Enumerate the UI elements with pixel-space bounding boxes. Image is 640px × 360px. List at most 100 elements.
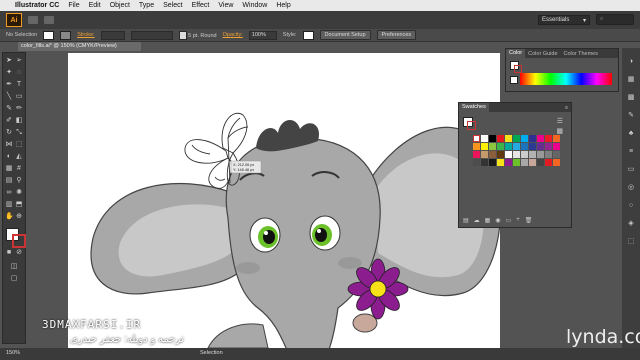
magic-wand-tool-icon[interactable]: ✦ — [5, 69, 13, 77]
draw-mode-icon[interactable]: ◫ — [10, 263, 18, 271]
type-tool-icon[interactable]: T — [15, 81, 23, 89]
stroke-label[interactable]: Stroke: — [77, 32, 94, 38]
appearance-panel-icon[interactable]: ○ — [626, 202, 636, 210]
mesh-tool-icon[interactable]: # — [15, 165, 23, 173]
variable-width-field[interactable] — [130, 30, 173, 40]
stroke-profile-value: 5 pt. Round — [188, 32, 217, 39]
collapsed-panels-strip: ◑ ▦ ▩ ✎ ♣ ≡ ▭ ◎ ○ ◈ ⬚ — [622, 48, 640, 348]
menu-help[interactable]: Help — [276, 2, 290, 9]
pen-tool-icon[interactable]: ✒ — [5, 81, 13, 89]
blend-tool-icon[interactable]: ∞ — [5, 189, 13, 197]
rectangle-tool-icon[interactable]: ▭ — [15, 93, 23, 101]
hand-tool-icon[interactable]: ✋ — [5, 213, 14, 221]
none-color-swatch[interactable] — [510, 76, 518, 84]
list-view-icon[interactable]: ☰ — [557, 117, 563, 125]
swatch-options-icon[interactable]: ◉ — [495, 217, 500, 224]
screen-mode-icon[interactable]: ▢ — [10, 275, 18, 283]
eraser-tool-icon[interactable]: ◧ — [15, 117, 23, 125]
new-color-group-icon[interactable]: ▭ — [506, 217, 512, 224]
brush-definition[interactable]: 5 pt. Round — [178, 30, 217, 40]
menu-object[interactable]: Object — [110, 2, 130, 9]
layers-panel-icon[interactable]: ◈ — [626, 220, 636, 228]
menu-type[interactable]: Type — [139, 2, 154, 9]
menu-file[interactable]: File — [68, 2, 79, 9]
zoom-tool-icon[interactable]: ⊕ — [15, 213, 23, 221]
stroke-swatch[interactable] — [60, 30, 72, 40]
opacity-value: 100% — [248, 30, 277, 40]
rotate-tool-icon[interactable]: ↻ — [5, 129, 13, 137]
scale-tool-icon[interactable]: ⤡ — [15, 129, 23, 137]
pencil-tool-icon[interactable]: ✏ — [15, 105, 23, 113]
menu-edit[interactable]: Edit — [89, 2, 101, 9]
artboard[interactable]: X: 212.06 px Y: 148.48 px — [68, 53, 500, 348]
color-guide-icon[interactable]: ▦ — [626, 76, 636, 84]
color-panel-icon[interactable]: ◑ — [626, 58, 636, 66]
swatch-libraries-icon[interactable]: ▤ — [463, 217, 469, 224]
control-bar: No Selection Stroke: 5 pt. Round Opacity… — [0, 29, 640, 42]
live-paint-tool-icon[interactable]: ◭ — [15, 153, 23, 161]
color-panel-stroke[interactable] — [514, 65, 522, 73]
none-color-icon[interactable]: ⊘ — [15, 249, 23, 257]
color-mode-icon[interactable]: ■ — [5, 249, 13, 257]
app-name-menu[interactable]: Illustrator CC — [15, 2, 59, 9]
menu-effect[interactable]: Effect — [192, 2, 210, 9]
gradient-panel-icon[interactable]: ▭ — [626, 166, 636, 174]
paintbrush-tool-icon[interactable]: ✎ — [5, 105, 13, 113]
mac-menubar: Illustrator CC File Edit Object Type Sel… — [0, 0, 640, 11]
opacity-field[interactable]: 100% — [248, 30, 277, 40]
free-transform-tool-icon[interactable]: ⬚ — [15, 141, 23, 149]
line-tool-icon[interactable]: ╲ — [5, 93, 13, 101]
workspace-label: Essentials — [542, 17, 570, 23]
brushes-panel-icon[interactable]: ✎ — [626, 112, 636, 120]
fill-swatch[interactable] — [43, 30, 55, 40]
tab-color-themes[interactable]: Color Themes — [561, 51, 601, 57]
symbol-sprayer-tool-icon[interactable]: ✺ — [15, 189, 23, 197]
search-field[interactable]: ⌕ — [596, 14, 634, 25]
stroke-weight-field[interactable] — [100, 30, 125, 40]
selection-tool-icon[interactable]: ➤ — [5, 57, 13, 65]
arrange-documents-icon[interactable] — [44, 16, 54, 24]
elephant-right-eye-pupil — [315, 228, 327, 242]
stroke-panel-icon[interactable]: ≡ — [626, 148, 636, 156]
perspective-grid-tool-icon[interactable]: ▦ — [5, 165, 13, 173]
style-swatch[interactable] — [302, 30, 314, 40]
tab-swatches[interactable]: Swatches — [459, 103, 489, 112]
delete-swatch-icon[interactable]: 🗑 — [525, 217, 533, 224]
artboard-tool-icon[interactable]: ⬒ — [15, 201, 23, 209]
preferences-button[interactable]: Preferences — [376, 30, 417, 40]
graph-tool-icon[interactable]: ▥ — [5, 201, 13, 209]
document-tab[interactable]: color_fills.ai* @ 150% (CMYK/Preview) — [18, 42, 141, 51]
blob-brush-tool-icon[interactable]: ✐ — [5, 117, 13, 125]
artboards-panel-icon[interactable]: ⬚ — [626, 238, 636, 246]
thumbnail-view-icon[interactable]: ▦ — [556, 127, 563, 135]
gradient-tool-icon[interactable]: ▤ — [5, 177, 13, 185]
stroke-color-swatch[interactable] — [12, 234, 26, 248]
workspace-switcher[interactable]: Essentials ▾ — [538, 15, 590, 25]
new-swatch-icon[interactable]: + — [516, 217, 520, 224]
bridge-icon[interactable] — [28, 16, 38, 24]
tab-color-guide[interactable]: Color Guide — [525, 51, 560, 57]
width-tool-icon[interactable]: ⋈ — [5, 141, 13, 149]
panel-menu-icon[interactable]: ≡ — [562, 105, 571, 111]
tab-color[interactable]: Color — [506, 49, 526, 58]
lasso-tool-icon[interactable]: ◌ — [15, 69, 23, 77]
symbols-panel-icon[interactable]: ♣ — [626, 130, 636, 138]
menu-select[interactable]: Select — [163, 2, 182, 9]
menu-window[interactable]: Window — [242, 2, 267, 9]
swatches-panel-icon[interactable]: ▩ — [626, 94, 636, 102]
current-tool-status[interactable]: Selection — [200, 350, 223, 356]
status-bar: 150% Selection — [0, 348, 640, 360]
swatches-stroke-indicator[interactable] — [467, 121, 476, 130]
transparency-panel-icon[interactable]: ◎ — [626, 184, 636, 192]
show-kinds-icon[interactable]: ▦ — [485, 217, 491, 224]
shape-builder-tool-icon[interactable]: ◐ — [5, 153, 13, 161]
document-setup-button[interactable]: Document Setup — [319, 30, 371, 40]
direct-selection-tool-icon[interactable]: ➢ — [15, 57, 23, 65]
eyedropper-tool-icon[interactable]: ⚲ — [15, 177, 23, 185]
menu-view[interactable]: View — [218, 2, 233, 9]
style-label: Style: — [282, 32, 297, 38]
color-spectrum-bar[interactable] — [520, 73, 612, 85]
cc-libraries-icon[interactable]: ☁ — [474, 217, 480, 224]
zoom-level[interactable]: 150% — [6, 350, 20, 356]
opacity-label[interactable]: Opacity: — [223, 32, 243, 38]
